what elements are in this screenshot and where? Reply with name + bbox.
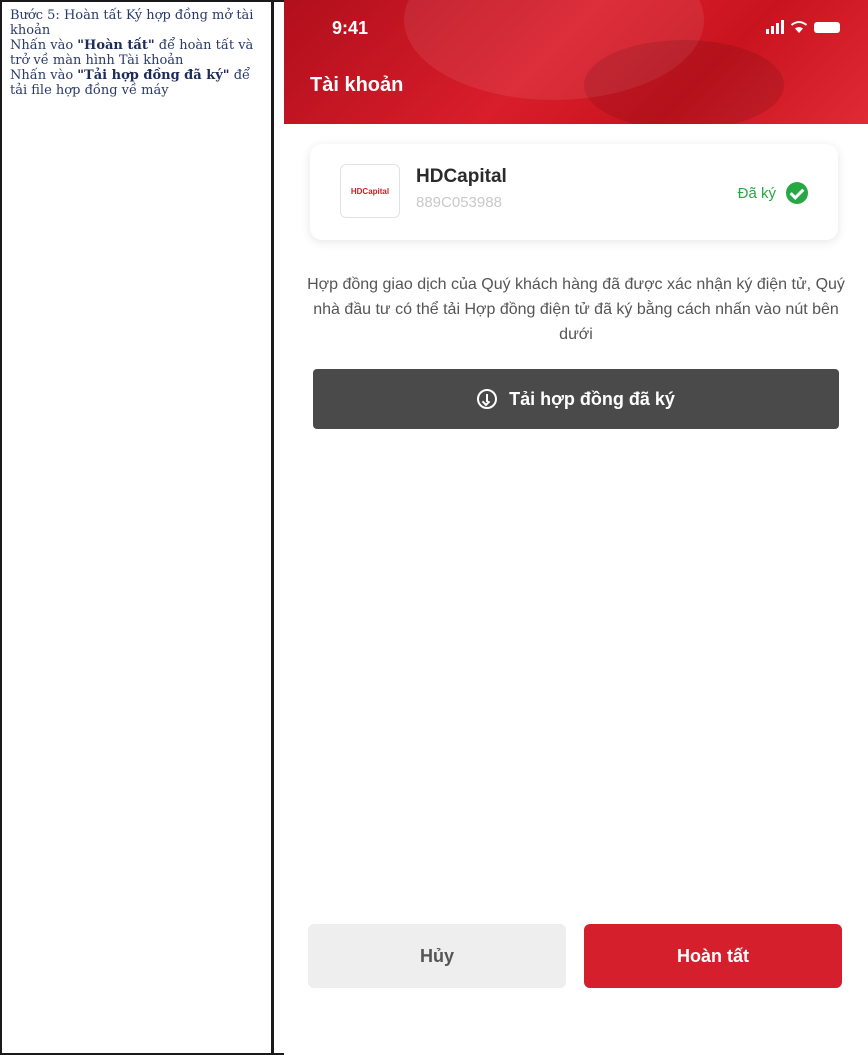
check-circle-icon	[786, 182, 808, 204]
company-logo: HDCapital	[340, 164, 400, 218]
cancel-button[interactable]: Hủy	[308, 924, 566, 988]
signal-icon	[766, 20, 784, 34]
phone-screen: 9:41 Tài khoản HDCapital HDCapital 889C0…	[284, 0, 868, 1055]
battery-icon	[814, 21, 840, 33]
step-title: Bước 5: Hoàn tất Ký hợp đồng mở tài khoả…	[10, 8, 254, 38]
wifi-icon	[790, 21, 808, 33]
status-icons	[766, 20, 840, 34]
status-time: 9:41	[332, 18, 369, 38]
download-button-label: Tải hợp đồng đã ký	[509, 388, 675, 409]
company-name: HDCapital	[416, 166, 507, 187]
status-badge: Đã ký	[738, 182, 808, 204]
instruction-cell: Bước 5: Hoàn tất Ký hợp đồng mở tài khoả…	[0, 0, 274, 1055]
instruction-line-done: Nhấn vào "Hoàn tất" để hoàn tất và trở v…	[10, 38, 254, 68]
download-circle-icon	[477, 389, 498, 409]
download-contract-button[interactable]: Tải hợp đồng đã ký	[313, 369, 839, 429]
instruction-line-download: Nhấn vào "Tải hợp đồng đã ký" để tải fil…	[10, 68, 251, 98]
account-card[interactable]: HDCapital HDCapital 889C053988 Đã ký	[310, 144, 838, 240]
page-title: Tài khoản	[310, 74, 404, 96]
instruction-bold-done: "Hoàn tất"	[77, 38, 155, 53]
description-text: Hợp đồng giao dịch của Quý khách hàng đã…	[307, 276, 845, 343]
done-button[interactable]: Hoàn tất	[584, 924, 842, 988]
instruction-bold-download: "Tải hợp đồng đã ký"	[77, 68, 230, 83]
app-header: 9:41 Tài khoản	[284, 0, 868, 124]
status-text: Đã ký	[737, 184, 776, 202]
account-id: 889C053988	[416, 194, 502, 211]
